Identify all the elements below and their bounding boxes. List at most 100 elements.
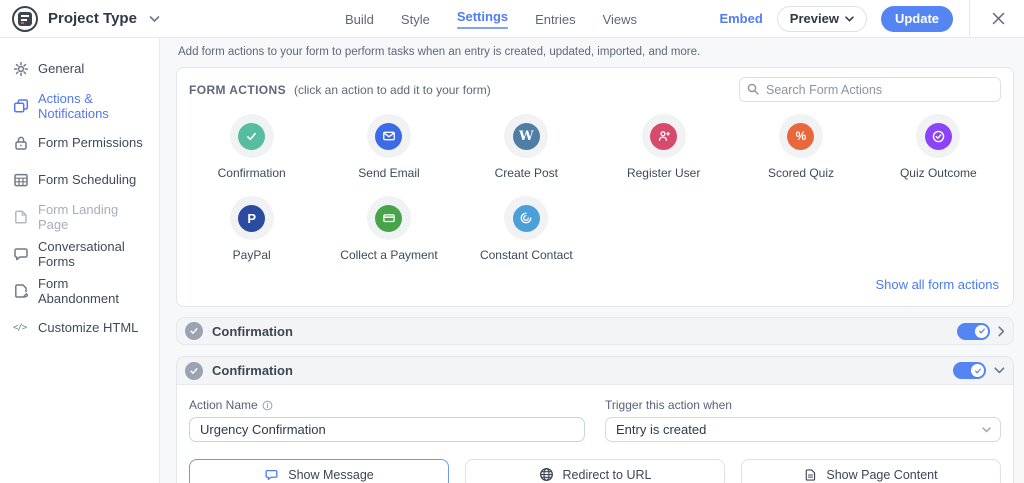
panel-subtitle: (click an action to add it to your form) bbox=[294, 82, 491, 97]
sidebar-item-general[interactable]: General bbox=[0, 50, 159, 87]
show-message-button[interactable]: Show Message bbox=[189, 459, 449, 483]
sidebar-item-form-landing-page[interactable]: Form Landing Page bbox=[0, 198, 159, 235]
form-title: Project Type bbox=[48, 10, 137, 27]
form-actions-panel: FORM ACTIONS (click an action to add it … bbox=[176, 67, 1014, 307]
sidebar-item-customize-html[interactable]: </> Customize HTML bbox=[0, 309, 159, 346]
redirect-to-url-button[interactable]: Redirect to URL bbox=[465, 459, 725, 483]
lock-icon bbox=[15, 136, 27, 150]
action-label: Scored Quiz bbox=[767, 166, 834, 180]
action-paypal[interactable]: P PayPal bbox=[183, 196, 320, 262]
action-label: Send Email bbox=[358, 166, 420, 180]
envelope-icon bbox=[375, 122, 403, 150]
credit-card-icon bbox=[375, 204, 403, 232]
divider bbox=[969, 0, 970, 38]
panel-title: FORM ACTIONS bbox=[189, 82, 287, 97]
show-all-form-actions-link[interactable]: Show all form actions bbox=[875, 277, 999, 292]
action-row-title: Confirmation bbox=[212, 363, 293, 378]
sidebar-item-form-scheduling[interactable]: Form Scheduling bbox=[0, 161, 159, 198]
close-icon[interactable] bbox=[984, 12, 1012, 25]
sidebar-item-conversational-forms[interactable]: Conversational Forms bbox=[0, 235, 159, 272]
tab-entries[interactable]: Entries bbox=[535, 12, 575, 27]
chat-bubble-icon bbox=[14, 247, 28, 260]
preview-button[interactable]: Preview bbox=[776, 5, 867, 32]
action-enabled-toggle[interactable] bbox=[957, 322, 990, 340]
action-send-email[interactable]: Send Email bbox=[320, 114, 457, 180]
constant-contact-icon bbox=[512, 204, 540, 232]
check-circle-icon bbox=[185, 322, 203, 340]
sidebar-item-label: Form Landing Page bbox=[38, 201, 119, 232]
action-label: Register User bbox=[626, 166, 701, 180]
chevron-down-icon bbox=[982, 427, 991, 433]
action-name-input[interactable] bbox=[189, 417, 585, 442]
percent-icon: % bbox=[787, 122, 815, 150]
badge-check-icon bbox=[924, 122, 952, 150]
action-quiz-outcome[interactable]: Quiz Outcome bbox=[870, 114, 1007, 180]
trigger-label: Trigger this action when bbox=[605, 398, 732, 412]
action-scored-quiz[interactable]: % Scored Quiz bbox=[732, 114, 869, 180]
update-button[interactable]: Update bbox=[880, 5, 953, 32]
paypal-icon: P bbox=[238, 204, 266, 232]
show-page-content-button[interactable]: Show Page Content bbox=[741, 459, 1001, 483]
action-row-title: Confirmation bbox=[212, 323, 293, 339]
stacked-forms-icon bbox=[13, 98, 29, 113]
trigger-select[interactable]: Entry is created bbox=[605, 417, 1001, 442]
chevron-down-icon[interactable] bbox=[994, 367, 1005, 374]
confirmation-action-row-collapsed[interactable]: Confirmation bbox=[176, 317, 1014, 345]
sidebar-item-actions-notifications[interactable]: Actions & Notifications bbox=[0, 87, 159, 124]
button-label: Redirect to URL bbox=[562, 467, 652, 482]
action-label: Confirmation bbox=[217, 166, 286, 180]
chevron-down-icon bbox=[845, 15, 854, 22]
confirmation-action-expanded: Confirmation Action Name Trigger th bbox=[176, 356, 1014, 483]
top-bar: Project Type Build Style Settings Entrie… bbox=[0, 0, 1024, 38]
action-register-user[interactable]: Register User bbox=[595, 114, 732, 180]
sidebar-item-label: Actions & Notifications bbox=[38, 90, 109, 121]
confirmation-action-row-expanded[interactable]: Confirmation bbox=[177, 357, 1013, 385]
nav-tabs: Build Style Settings Entries Views bbox=[345, 0, 637, 38]
gear-icon bbox=[13, 61, 29, 76]
action-label: Constant Contact bbox=[479, 248, 573, 262]
sidebar-item-label: Conversational Forms bbox=[38, 238, 125, 269]
check-icon bbox=[238, 122, 266, 150]
code-icon: </> bbox=[13, 322, 27, 333]
search-icon bbox=[747, 83, 759, 95]
button-label: Show Message bbox=[288, 467, 374, 482]
sidebar-item-form-permissions[interactable]: Form Permissions bbox=[0, 124, 159, 161]
user-plus-icon bbox=[650, 122, 678, 150]
check-circle-icon bbox=[185, 361, 203, 380]
action-create-post[interactable]: W Create Post bbox=[458, 114, 595, 180]
sidebar-item-form-abandonment[interactable]: Form Abandonment bbox=[0, 272, 159, 309]
action-confirmation[interactable]: Confirmation bbox=[183, 114, 320, 180]
sidebar-item-label: Form Scheduling bbox=[38, 172, 137, 187]
sidebar-item-label: Customize HTML bbox=[38, 320, 139, 335]
tab-style[interactable]: Style bbox=[401, 12, 430, 27]
chevron-down-icon[interactable] bbox=[149, 15, 160, 23]
formidable-logo-icon bbox=[12, 5, 38, 32]
action-label: Collect a Payment bbox=[340, 248, 438, 262]
wordpress-icon: W bbox=[512, 122, 540, 150]
action-constant-contact[interactable]: Constant Contact bbox=[458, 196, 595, 262]
search-input[interactable] bbox=[739, 77, 1001, 102]
action-name-label: Action Name bbox=[189, 398, 258, 412]
brand: Project Type bbox=[12, 5, 160, 32]
tab-settings[interactable]: Settings bbox=[456, 9, 509, 29]
embed-link[interactable]: Embed bbox=[719, 11, 762, 26]
intro-text: Add form actions to your form to perform… bbox=[178, 46, 701, 58]
action-enabled-toggle[interactable] bbox=[953, 362, 986, 379]
chevron-right-icon[interactable] bbox=[998, 325, 1005, 337]
trigger-selected-value: Entry is created bbox=[616, 422, 707, 437]
info-icon[interactable] bbox=[262, 400, 273, 411]
calendar-grid-icon bbox=[14, 173, 28, 186]
page-icon bbox=[15, 209, 27, 224]
sidebar-item-label: General bbox=[38, 61, 85, 76]
sidebar-item-label: Form Abandonment bbox=[38, 275, 119, 306]
form-actions-grid: Confirmation Send Email W Create Post Re… bbox=[177, 108, 1013, 274]
settings-sidebar: General Actions & Notifications Form Per… bbox=[0, 38, 160, 483]
tab-build[interactable]: Build bbox=[345, 12, 374, 27]
globe-icon bbox=[539, 468, 553, 481]
sidebar-item-label: Form Permissions bbox=[38, 135, 143, 150]
action-collect-payment[interactable]: Collect a Payment bbox=[320, 196, 457, 262]
confirmation-type-buttons: Show Message Redirect to URL Show Page C… bbox=[189, 459, 1001, 483]
tab-views[interactable]: Views bbox=[603, 12, 637, 27]
action-name-field: Action Name bbox=[189, 398, 585, 442]
search-form-actions bbox=[739, 77, 1001, 102]
